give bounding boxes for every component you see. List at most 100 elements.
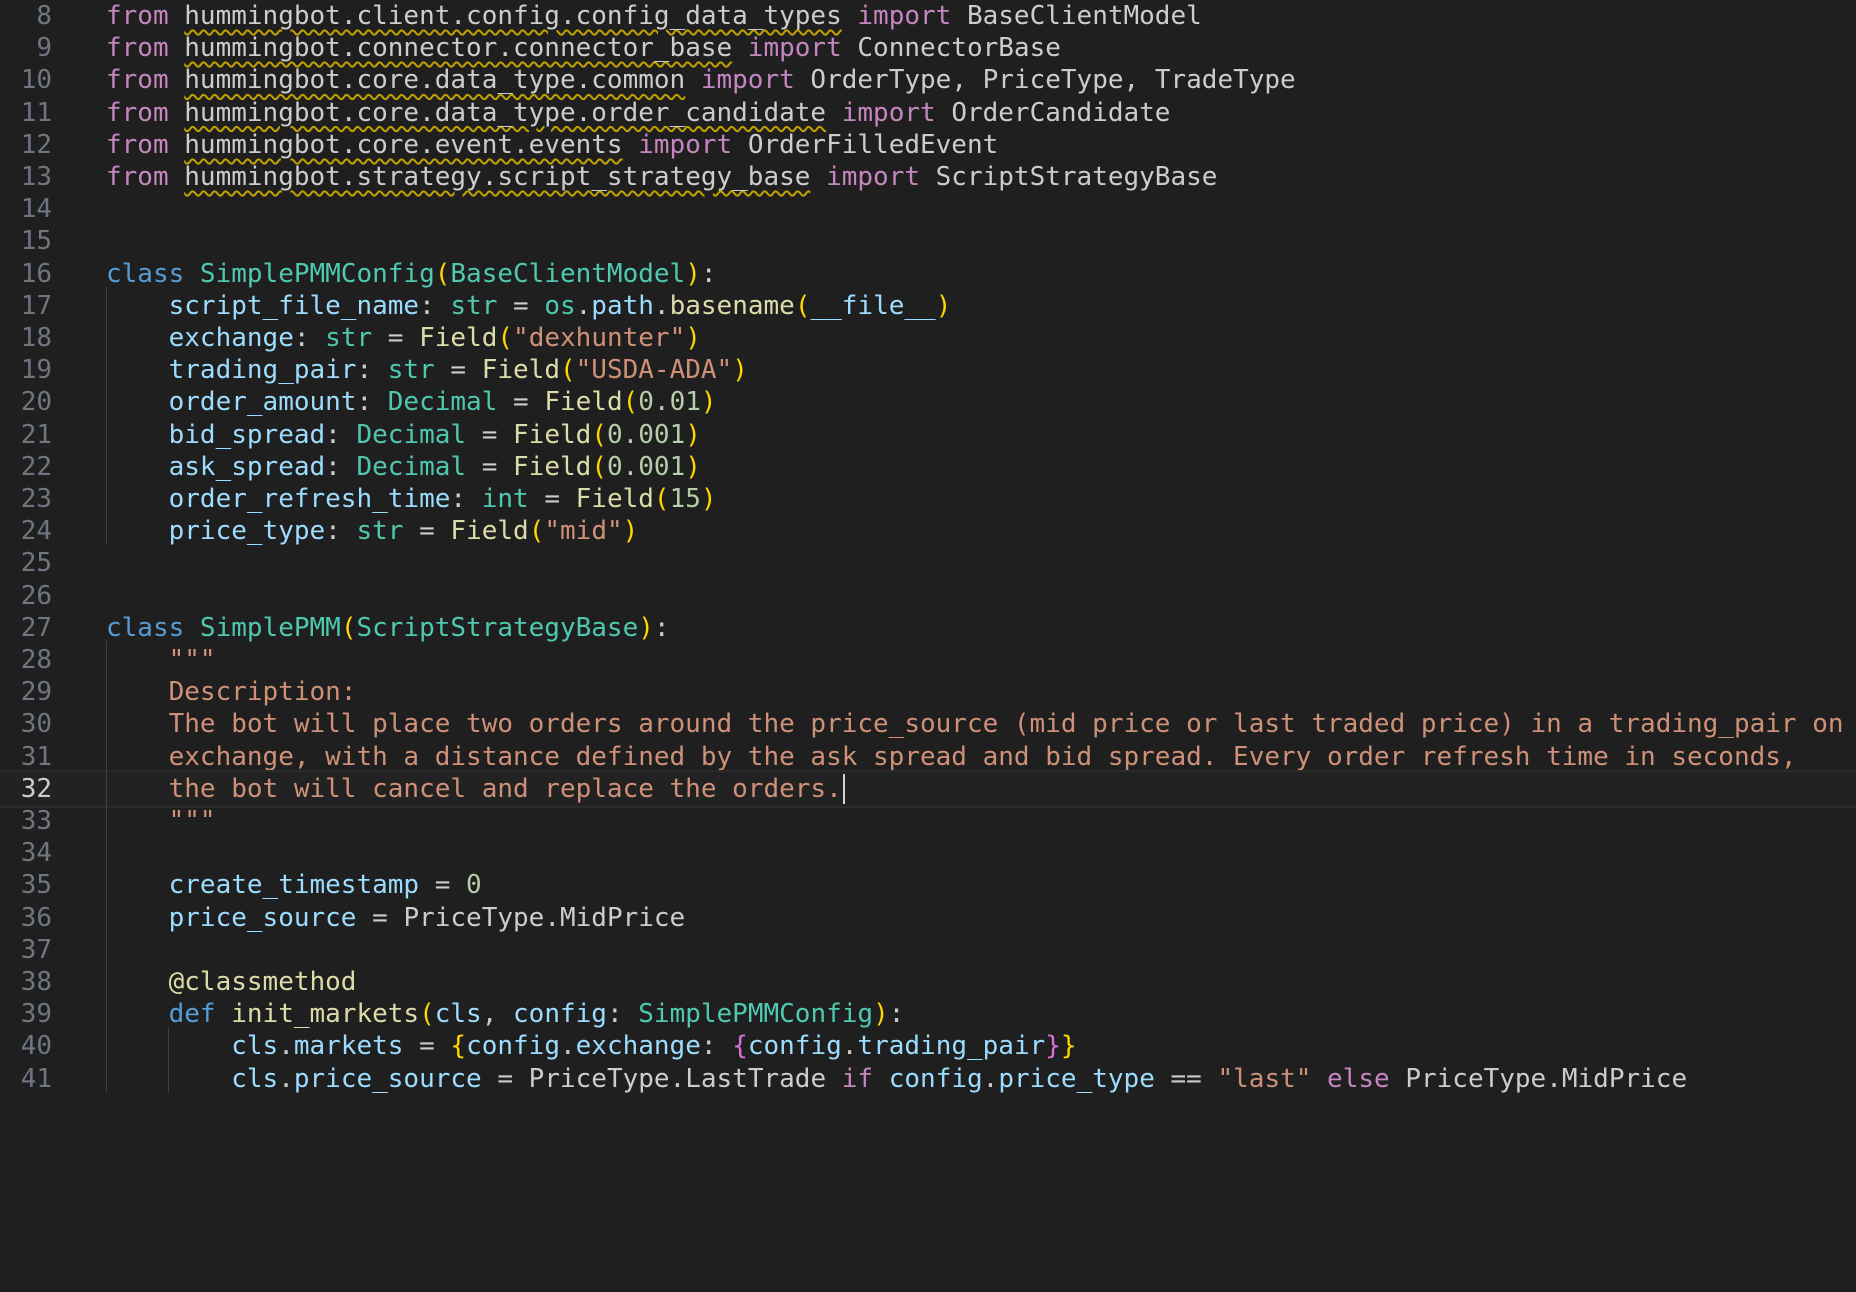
code-token: class <box>106 258 200 289</box>
code-token: cls <box>231 1063 279 1094</box>
code-token: def <box>168 999 232 1030</box>
code-token: OrderType <box>810 65 952 96</box>
code-token: hummingbot.core.event.events <box>184 129 623 160</box>
code-token: else <box>1311 1063 1406 1094</box>
code-token: ConnectorBase <box>857 33 1061 64</box>
code-text[interactable]: cls.price_source = PriceType.LastTrade i… <box>106 1060 1687 1098</box>
line-number: 41 <box>20 1063 52 1094</box>
code-token: PriceType <box>528 1063 670 1094</box>
code-token: . <box>982 1063 999 1094</box>
code-token: import <box>810 162 936 192</box>
code-token: . <box>1546 1063 1562 1094</box>
code-token: . <box>278 1063 294 1094</box>
code-token: int <box>481 484 529 514</box>
code-token: exchange <box>168 323 294 353</box>
code-token: ) <box>935 290 952 321</box>
code-token: from <box>106 162 185 192</box>
code-token: } <box>1045 1031 1061 1062</box>
code-token: ( <box>622 387 639 418</box>
code-token: config <box>466 1031 560 1062</box>
code-token: = <box>497 387 545 418</box>
code-token: SimplePMMConfig <box>638 999 874 1030</box>
code-token: = <box>466 451 514 482</box>
code-token: exchange, with a distance defined by the… <box>168 741 1797 772</box>
code-token: Decimal <box>387 387 498 418</box>
code-token: price_source <box>293 1063 482 1094</box>
code-token: order_amount <box>168 387 357 418</box>
code-token: cls <box>434 999 482 1030</box>
code-token: Decimal <box>356 419 467 450</box>
code-token: Field <box>419 323 498 353</box>
code-token: ) <box>685 419 701 450</box>
code-token: = <box>528 484 576 514</box>
code-token: : <box>653 612 670 643</box>
code-token: Field <box>513 451 592 482</box>
code-token: config <box>888 1063 983 1094</box>
code-token: : <box>293 323 326 353</box>
code-token: """ <box>168 806 216 836</box>
code-token: ( <box>560 355 576 386</box>
code-token: : <box>325 451 357 482</box>
code-token: : <box>888 999 905 1030</box>
code-token: = <box>403 1031 451 1062</box>
code-token: exchange <box>575 1031 701 1062</box>
code-token: import <box>732 33 858 64</box>
code-token: Field <box>481 355 560 386</box>
code-token: from <box>106 33 185 64</box>
code-token: hummingbot.client.config.config_data_typ… <box>184 1 842 31</box>
code-token: Field <box>575 484 654 514</box>
code-token: SimplePMMConfig <box>199 258 435 289</box>
code-token: Field <box>450 516 529 547</box>
code-token: create_timestamp <box>168 870 420 901</box>
code-token: ( <box>591 451 607 482</box>
code-token: cls <box>231 1031 279 1062</box>
code-token: from <box>106 1 185 31</box>
code-token: ScriptStrategyBase <box>935 162 1218 192</box>
code-token: import <box>826 97 952 128</box>
text-cursor <box>842 774 845 805</box>
code-token: 0.01 <box>638 387 701 418</box>
code-token: OrderFilledEvent <box>747 129 999 160</box>
code-token: config <box>747 1031 842 1062</box>
code-token: MidPrice <box>559 902 686 933</box>
code-editor[interactable]: 8 from hummingbot.client.config.config_da… <box>0 0 1856 1292</box>
code-token: Field <box>544 387 623 418</box>
code-token: config <box>513 999 607 1030</box>
code-token: import <box>685 65 811 96</box>
code-token: { <box>732 1031 748 1062</box>
code-token: str <box>356 516 404 547</box>
code-token: } <box>1060 1031 1077 1062</box>
code-token: hummingbot.core.data_type.common <box>184 65 686 96</box>
code-token: = <box>403 516 451 547</box>
code-token: if <box>826 1063 889 1094</box>
code-token: = <box>466 419 514 450</box>
code-token: ( <box>434 258 451 289</box>
code-token: path <box>591 290 654 321</box>
code-token: """ <box>168 645 216 675</box>
code-line[interactable]: 41 cls.price_source = PriceType.LastTrad… <box>0 1060 1856 1098</box>
code-token: from <box>106 129 185 160</box>
code-token: PriceType <box>1405 1063 1547 1094</box>
code-token: = <box>434 355 482 386</box>
code-token: import <box>841 1 967 31</box>
code-token: : <box>606 999 639 1030</box>
code-token: , <box>951 65 983 96</box>
code-token: 15 <box>669 484 701 514</box>
code-token: { <box>450 1031 467 1062</box>
code-token: == <box>1154 1063 1218 1094</box>
code-token: trading_pair <box>168 355 357 386</box>
code-token: : <box>356 355 388 386</box>
code-token: class <box>106 612 200 643</box>
